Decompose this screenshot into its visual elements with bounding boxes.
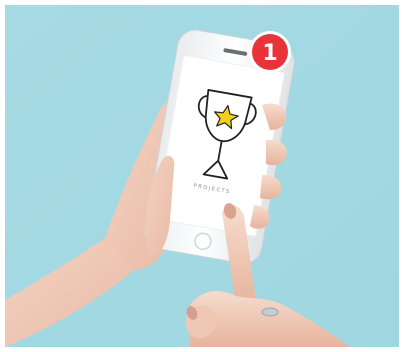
photo-frame: PROJECTS 1 (0, 0, 404, 352)
notification-count: 1 (262, 41, 277, 66)
scene-photo: PROJECTS 1 (0, 0, 404, 352)
ring-icon (261, 307, 279, 317)
notification-badge: 1 (249, 31, 291, 73)
